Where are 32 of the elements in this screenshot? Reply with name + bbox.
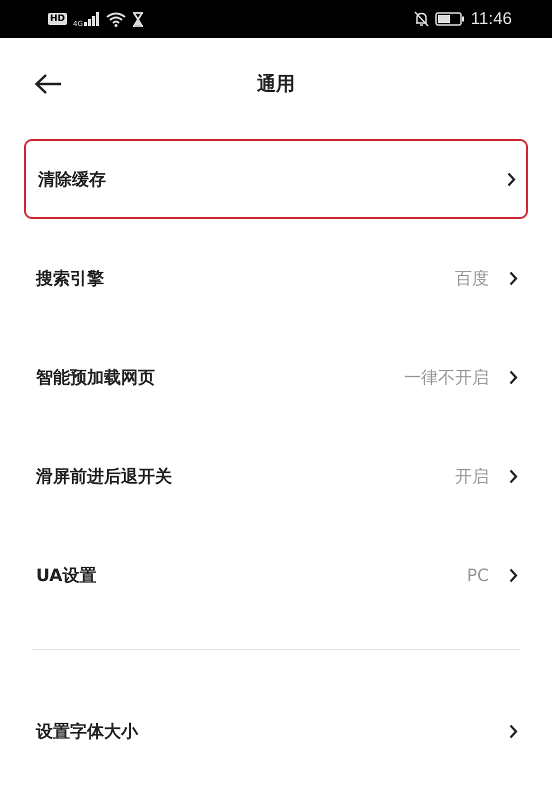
chevron-icon bbox=[509, 568, 518, 583]
wifi-icon bbox=[106, 12, 126, 26]
row-label: 滑屏前进后退开关 bbox=[36, 466, 173, 488]
settings-row[interactable]: UA设置 PC bbox=[24, 526, 528, 625]
clock-time: 11:46 bbox=[470, 9, 512, 29]
back-button[interactable] bbox=[32, 71, 64, 97]
chevron-icon bbox=[509, 271, 518, 286]
hourglass-icon bbox=[132, 12, 144, 26]
signal-icon bbox=[84, 12, 100, 26]
chevron-icon bbox=[509, 724, 518, 739]
row-label: 智能预加载网页 bbox=[36, 367, 156, 389]
bell-off-icon bbox=[414, 11, 429, 27]
chevron-icon bbox=[509, 469, 518, 484]
chevron-icon bbox=[507, 172, 516, 186]
settings-row[interactable]: 智能预加载网页 一律不开启 bbox=[24, 328, 528, 427]
settings-row[interactable]: 滑屏前进后退开关 开启 bbox=[24, 427, 528, 526]
page-title: 通用 bbox=[257, 72, 295, 97]
row-value: PC bbox=[466, 566, 489, 586]
row-value: 百度 bbox=[455, 268, 489, 290]
row-label: 清除缓存 bbox=[38, 168, 107, 190]
row-label: 设置字体大小 bbox=[36, 721, 140, 743]
chevron-icon bbox=[509, 370, 518, 385]
row-value: 开启 bbox=[455, 466, 489, 488]
row-label: 搜索引擎 bbox=[36, 268, 105, 290]
row-label: UA设置 bbox=[36, 565, 98, 587]
settings-row[interactable]: 搜索引擎 百度 bbox=[24, 229, 528, 328]
settings-row[interactable]: 清除缓存 bbox=[24, 139, 528, 219]
hd-badge: HD bbox=[48, 13, 68, 25]
row-value: 一律不开启 bbox=[404, 367, 489, 389]
settings-row[interactable]: 设置字体大小 bbox=[24, 682, 528, 781]
battery-icon bbox=[434, 12, 465, 26]
back-arrow-icon bbox=[34, 73, 62, 95]
